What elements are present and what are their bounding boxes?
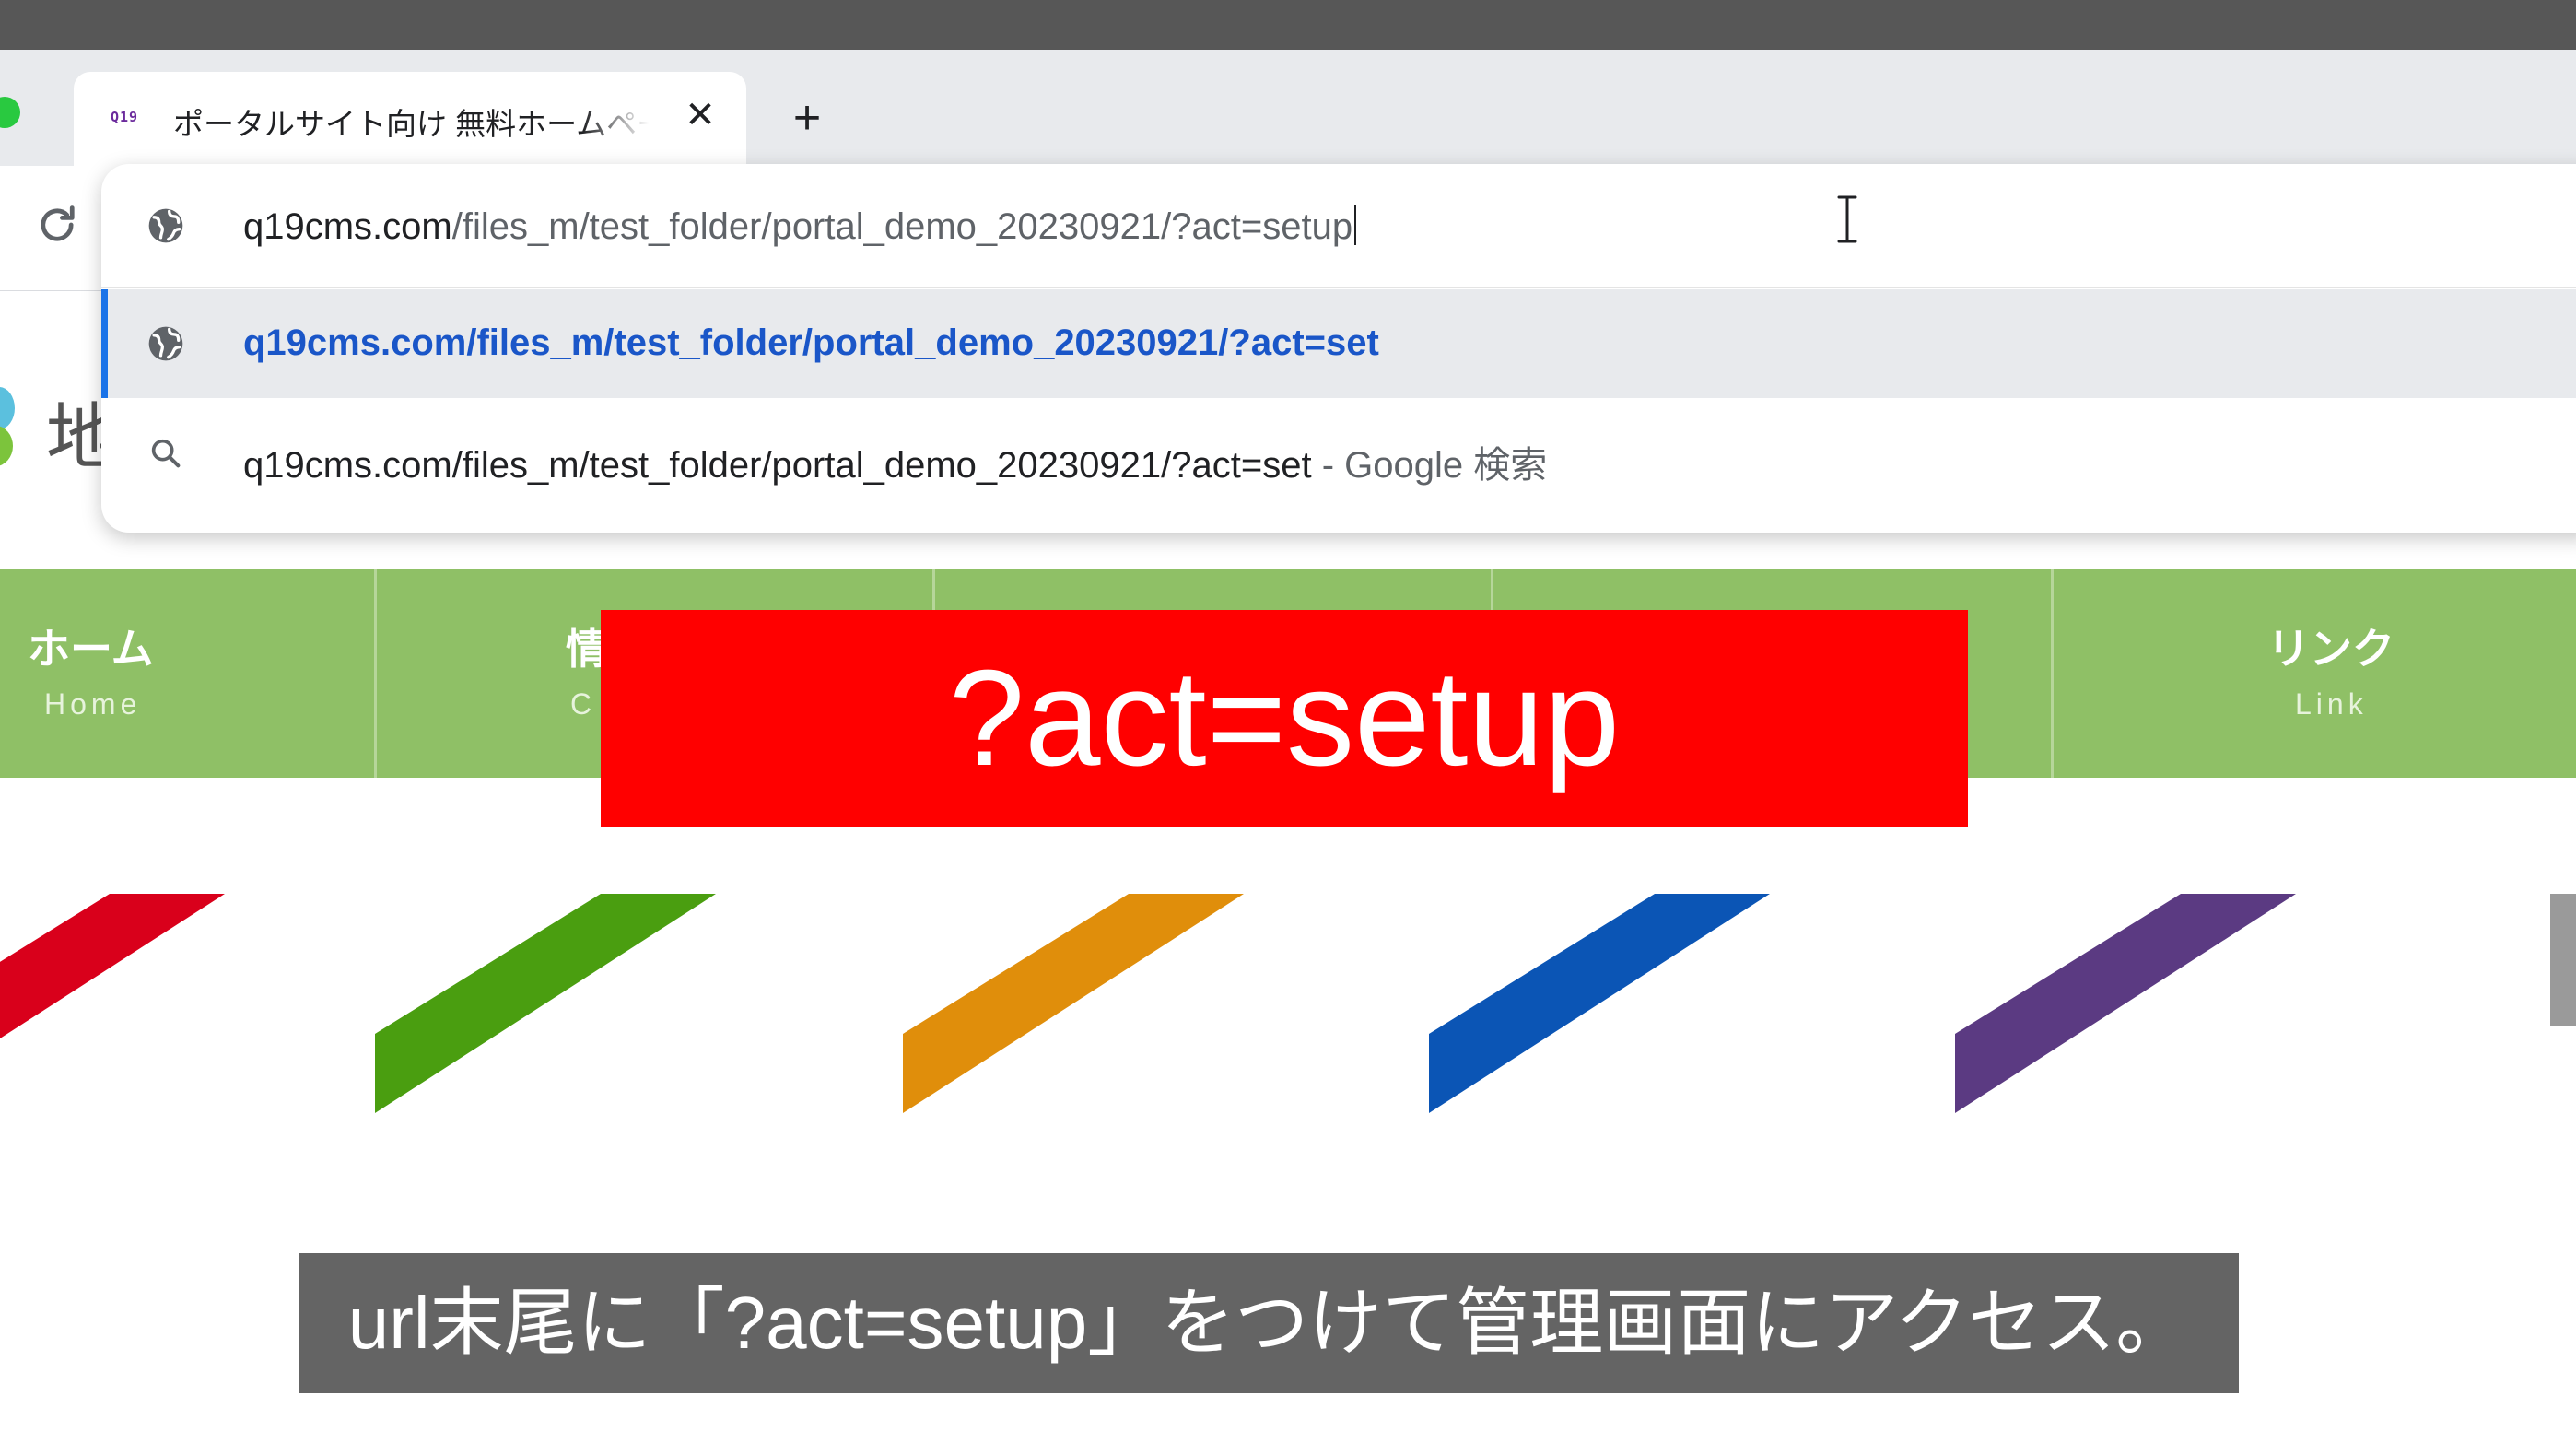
nav-item-sublabel: Link bbox=[2295, 687, 2368, 721]
browser-tab-active[interactable]: Q19 ポータルサイト向け 無料ホームページ ✕ bbox=[74, 72, 746, 166]
ribbon-search-lessons[interactable]: 習い事を探す bbox=[1429, 894, 1770, 1113]
subtitle-text: url末尾に「?act=setup」をつけて管理画面にアクセス。 bbox=[347, 1282, 2190, 1364]
url-path: /files_m/test_folder/portal_demo_2023092… bbox=[451, 206, 1353, 247]
nav-item-sublabel: Home bbox=[44, 687, 142, 721]
page-scrollbar-thumb[interactable] bbox=[2550, 894, 2576, 1026]
suggestion-text: q19cms.com/files_m/test_folder/portal_de… bbox=[243, 323, 1379, 363]
ribbon-search-shops[interactable]: 店を探す bbox=[0, 894, 225, 1113]
site-logo-mark bbox=[0, 387, 15, 429]
nav-item-label: ホーム bbox=[28, 625, 154, 673]
nav-item-sublabel: C bbox=[570, 687, 597, 721]
ribbon-search-care-facilities[interactable]: 介護施設を探す bbox=[1955, 894, 2296, 1113]
highlight-banner-text: ?act=setup bbox=[948, 642, 1621, 794]
search-icon bbox=[151, 439, 181, 468]
text-caret bbox=[1354, 205, 1357, 245]
address-bar-input[interactable]: q19cms.com/files_m/test_folder/portal_de… bbox=[101, 164, 2576, 287]
reload-icon[interactable] bbox=[33, 201, 81, 249]
suggestion-query: q19cms.com/files_m/test_folder/portal_de… bbox=[243, 445, 1312, 486]
omnibox-dropdown: q19cms.com/files_m/test_folder/portal_de… bbox=[101, 164, 2576, 533]
suggestion-text: q19cms.com/files_m/test_folder/portal_de… bbox=[243, 435, 1547, 488]
nav-item-label: リンク bbox=[2267, 625, 2395, 673]
omnibox-divider bbox=[101, 287, 2576, 288]
omnibox-suggestion-url[interactable]: q19cms.com/files_m/test_folder/portal_de… bbox=[101, 289, 2576, 398]
ribbon-search-hospitals[interactable]: 病院を探す bbox=[375, 894, 716, 1113]
url-host: q19cms.com bbox=[243, 206, 452, 247]
ribbon-search-salons[interactable]: 美容院を探す bbox=[903, 894, 1244, 1113]
globe-icon bbox=[148, 326, 183, 361]
text-cursor-icon bbox=[1837, 195, 1857, 243]
site-logo-mark bbox=[0, 426, 13, 466]
tab-close-icon[interactable]: ✕ bbox=[677, 92, 723, 138]
subtitle-caption: url末尾に「?act=setup」をつけて管理画面にアクセス。 bbox=[299, 1253, 2239, 1393]
new-tab-button[interactable]: + bbox=[781, 92, 833, 144]
nav-item-home[interactable]: ホーム Home bbox=[0, 569, 374, 778]
os-title-bar bbox=[0, 0, 2576, 50]
omnibox-suggestion-search[interactable]: q19cms.com/files_m/test_folder/portal_de… bbox=[101, 398, 2576, 507]
globe-icon bbox=[148, 208, 183, 243]
url-text: q19cms.com/files_m/test_folder/portal_de… bbox=[243, 205, 1357, 248]
nav-item-link[interactable]: リンク Link bbox=[2054, 569, 2576, 778]
highlight-banner: ?act=setup bbox=[601, 610, 1968, 827]
suggestion-selection-indicator bbox=[101, 289, 108, 398]
tab-title: ポータルサイト向け 無料ホームページ bbox=[173, 107, 649, 141]
tab-favicon-icon: Q19 bbox=[111, 109, 139, 125]
suggestion-suffix: - Google 検索 bbox=[1311, 445, 1548, 486]
